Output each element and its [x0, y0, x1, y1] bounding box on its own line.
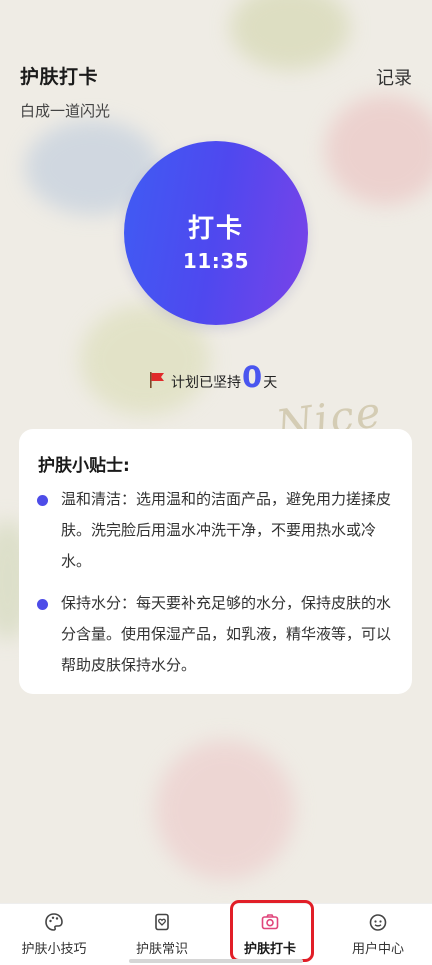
streak-count: 0 [242, 360, 263, 394]
bottom-tab-bar: 护肤小技巧 护肤常识 护肤打卡 用户中心 [0, 903, 432, 965]
header: 护肤打卡 记录 [20, 62, 412, 90]
tab-skincare-knowledge[interactable]: 护肤常识 [108, 904, 216, 965]
skincare-tips-card: 护肤小贴士: 温和清洁：选用温和的洁面产品，避免用力搓揉皮肤。洗完脸后用温水冲洗… [19, 429, 412, 694]
checkin-time: 11:35 [182, 249, 250, 273]
tab-user-center[interactable]: 用户中心 [324, 904, 432, 965]
tip-text: 保持水分：每天要补充足够的水分，保持皮肤的水分含量。使用保湿产品，如乳液，精华液… [61, 594, 392, 674]
tab-skincare-tips[interactable]: 护肤小技巧 [0, 904, 108, 965]
tab-label: 用户中心 [351, 942, 404, 957]
smiley-face-icon [369, 914, 387, 931]
record-button[interactable]: 记录 [376, 64, 412, 90]
flag-icon [150, 372, 164, 388]
checkin-button[interactable]: 打卡 11:35 [124, 141, 308, 325]
page-title: 护肤打卡 [20, 66, 99, 88]
bullet-dot [37, 599, 48, 610]
streak-suffix: 天 [263, 375, 278, 391]
tab-skincare-checkin[interactable]: 护肤打卡 [216, 904, 324, 965]
heart-blob [155, 740, 295, 880]
tab-label: 护肤小技巧 [21, 942, 87, 957]
palette-icon [45, 913, 63, 931]
streak-counter: 计划已坚持 0 天 [148, 360, 277, 394]
tab-label: 护肤常识 [135, 942, 188, 957]
page-subtitle: 白成一道闪光 [20, 102, 111, 120]
camera-icon [261, 914, 279, 930]
tip-text: 温和清洁：选用温和的洁面产品，避免用力搓揉皮肤。洗完脸后用温水冲洗干净，不要用热… [61, 490, 392, 570]
heart-blob [230, 0, 350, 70]
heart-card-icon [155, 913, 169, 931]
heart-blob [325, 95, 432, 205]
tips-title: 护肤小贴士: [38, 456, 130, 476]
home-indicator [129, 959, 303, 963]
checkin-label: 打卡 [187, 214, 244, 244]
streak-prefix: 计划已坚持 [171, 375, 241, 391]
bullet-dot [37, 495, 48, 506]
tab-label: 护肤打卡 [243, 942, 296, 957]
